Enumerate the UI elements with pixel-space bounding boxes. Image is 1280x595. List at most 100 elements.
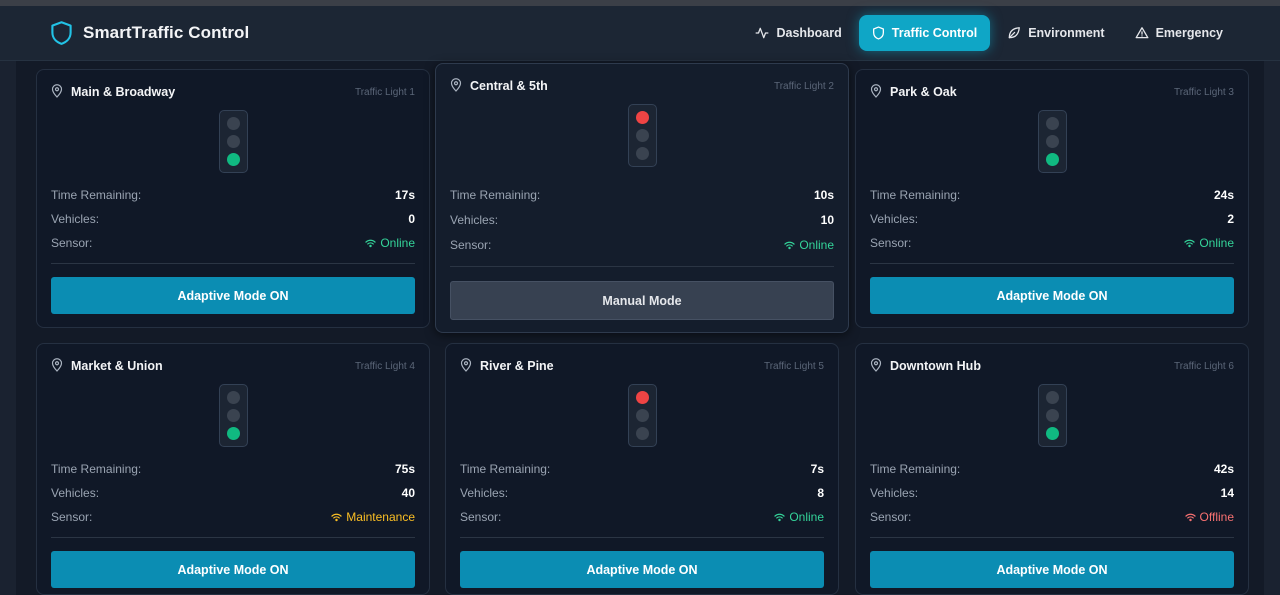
sensor-row: Sensor: Online [450,238,834,254]
red-lamp [1046,117,1059,130]
divider [870,537,1234,538]
vehicles-value: 10 [820,213,834,227]
time-remaining-row: Time Remaining: 7s [460,462,824,478]
vehicles-label: Vehicles: [870,486,919,500]
time-remaining-row: Time Remaining: 10s [450,188,834,204]
sensor-status: Online [1184,236,1234,250]
divider [51,537,415,538]
vehicles-value: 8 [817,486,824,500]
brand[interactable]: SmartTraffic Control [50,20,249,46]
wifi-icon [784,241,799,250]
traffic-signal [1038,110,1067,173]
mode-toggle-button[interactable]: Adaptive Mode ON [51,277,415,314]
map-pin-icon [870,358,882,377]
traffic-light-card-5: River & Pine Traffic Light 5 Time Remainin… [445,343,839,595]
vehicles-value: 2 [1227,212,1234,226]
traffic-light-id: Traffic Light 2 [773,81,834,92]
intersection-name: Market & Union [71,359,163,373]
vehicles-label: Vehicles: [460,486,509,500]
vehicles-label: Vehicles: [51,212,100,226]
yellow-lamp [636,129,649,142]
time-remaining-label: Time Remaining: [870,188,961,202]
mode-toggle-button[interactable]: Adaptive Mode ON [870,551,1234,588]
nav-emergency-label: Emergency [1155,26,1223,40]
red-lamp [636,391,649,404]
traffic-light-card-3: Park & Oak Traffic Light 3 Time Remaining:… [855,69,1249,328]
nav-environment[interactable]: Environment [994,15,1117,51]
green-lamp [636,427,649,440]
divider [450,266,834,267]
wifi-icon [1184,513,1200,522]
traffic-signal [219,110,248,173]
sensor-label: Sensor: [460,510,502,524]
time-remaining-value: 75s [394,462,415,476]
sensor-status-text: Online [789,510,824,524]
traffic-light-id: Traffic Light 1 [354,87,415,98]
traffic-signal [628,384,657,447]
wifi-icon [774,513,789,522]
vehicles-row: Vehicles: 0 [51,212,415,228]
time-remaining-value: 17s [394,188,415,202]
nav-dashboard[interactable]: Dashboard [742,15,854,51]
intersection-name: Park & Oak [890,85,957,99]
green-lamp [636,147,649,160]
vehicles-value: 0 [408,212,415,226]
sensor-row: Sensor: Online [460,510,824,526]
activity-icon [755,26,776,40]
traffic-signal [1038,384,1067,447]
card-header: River & Pine Traffic Light 5 [460,358,824,376]
traffic-signal [628,104,657,167]
sensor-label: Sensor: [450,238,492,252]
mode-toggle-button[interactable]: Adaptive Mode ON [51,551,415,588]
sensor-status: Online [365,236,415,250]
time-remaining-row: Time Remaining: 17s [51,188,415,204]
shield-logo-icon [50,20,73,46]
sensor-row: Sensor: Offline [870,510,1234,526]
sensor-label: Sensor: [51,510,93,524]
traffic-light-id: Traffic Light 5 [763,361,824,372]
sensor-label: Sensor: [870,510,912,524]
vehicles-label: Vehicles: [870,212,919,226]
sensor-status-text: Online [799,238,834,252]
traffic-light-card-4: Market & Union Traffic Light 4 Time Remain… [36,343,430,595]
vehicles-value: 40 [401,486,415,500]
sensor-label: Sensor: [870,236,912,250]
map-pin-icon [450,78,462,97]
nav-emergency[interactable]: Emergency [1122,15,1236,51]
nav-dashboard-label: Dashboard [776,26,842,40]
yellow-lamp [636,409,649,422]
traffic-signal [219,384,248,447]
vehicles-row: Vehicles: 10 [450,213,834,229]
sensor-status: Maintenance [331,510,415,524]
divider [460,537,824,538]
time-remaining-label: Time Remaining: [51,188,142,202]
shield-icon [872,26,892,40]
sensor-row: Sensor: Maintenance [51,510,415,526]
yellow-lamp [227,135,240,148]
divider [51,263,415,264]
intersection-name: Main & Broadway [71,85,176,99]
time-remaining-value: 42s [1213,462,1234,476]
vehicles-value: 14 [1220,486,1234,500]
nav-traffic-control[interactable]: Traffic Control [858,15,991,51]
map-pin-icon [460,358,472,377]
traffic-light-id: Traffic Light 6 [1173,361,1234,372]
vehicles-label: Vehicles: [51,486,100,500]
intersection-name: Downtown Hub [890,359,981,373]
vehicles-label: Vehicles: [450,213,499,227]
app-title: SmartTraffic Control [83,23,250,42]
sensor-status-text: Online [1199,236,1234,250]
red-lamp [636,111,649,124]
green-lamp [227,427,240,440]
mode-toggle-button[interactable]: Manual Mode [450,281,834,320]
sensor-status: Offline [1184,510,1234,524]
mode-toggle-button[interactable]: Adaptive Mode ON [460,551,824,588]
green-lamp [227,153,240,166]
wifi-icon [365,239,380,248]
traffic-light-card-1: Main & Broadway Traffic Light 1 Time Remai… [36,69,430,328]
mode-toggle-button[interactable]: Adaptive Mode ON [870,277,1234,314]
vehicles-row: Vehicles: 2 [870,212,1234,228]
leaf-icon [1007,26,1028,40]
vehicles-row: Vehicles: 40 [51,486,415,502]
card-header: Central & 5th Traffic Light 2 [450,78,834,96]
